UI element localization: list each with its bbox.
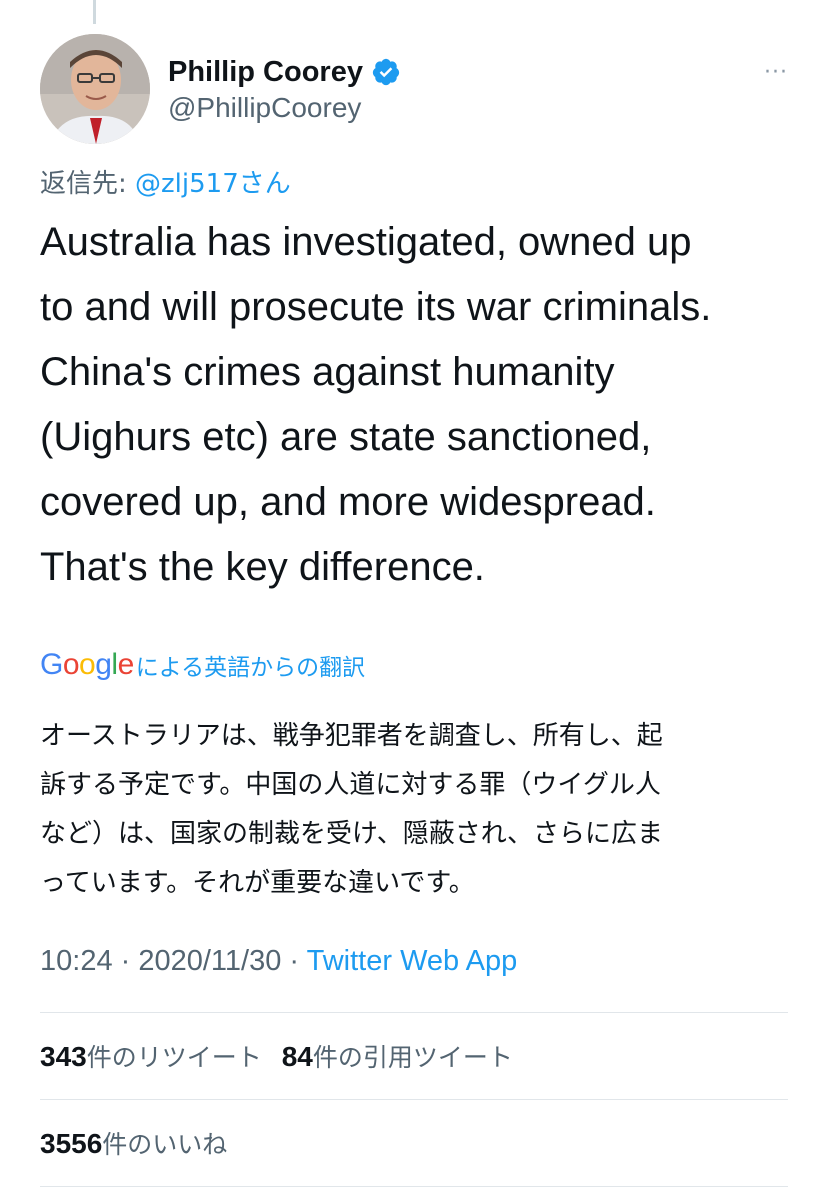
google-logo-letter: g bbox=[95, 648, 112, 681]
avatar-photo bbox=[40, 34, 150, 144]
meta-separator-2: · bbox=[281, 945, 307, 977]
user-handle[interactable]: @PhillipCoorey bbox=[168, 92, 361, 124]
divider bbox=[40, 1186, 788, 1187]
likes-label: 件のいいね bbox=[102, 1130, 228, 1159]
tweet-text: Australia has investigated, owned up to … bbox=[40, 220, 712, 589]
divider bbox=[40, 1012, 788, 1013]
translated-text: オーストラリアは、戦争犯罪者を調査し、所有し、起 訴する予定です。中国の人道に対… bbox=[40, 721, 663, 898]
divider bbox=[40, 1099, 788, 1100]
translation-attribution[interactable]: Google による英語からの翻訳 bbox=[40, 645, 365, 685]
more-options-icon[interactable]: ··· bbox=[764, 60, 788, 85]
meta-separator: · bbox=[112, 945, 139, 977]
google-logo: Google bbox=[40, 648, 134, 682]
likes-stats: 3556 件のいいね bbox=[40, 1123, 247, 1163]
google-logo-letter: G bbox=[40, 648, 63, 681]
tweet-metadata: 10:24 · 2020/11/30 · Twitter Web App bbox=[40, 945, 517, 978]
name-row: Phillip Coorey bbox=[168, 52, 401, 92]
avatar[interactable] bbox=[40, 34, 150, 144]
google-logo-letter: o bbox=[62, 648, 80, 681]
quotes-label: 件の引用ツイート bbox=[312, 1043, 513, 1072]
reply-to-line: 返信先: @zlj517さん bbox=[40, 163, 291, 200]
retweets-label: 件のリツイート bbox=[86, 1043, 262, 1072]
retweets-stat[interactable]: 343 件のリツイート bbox=[40, 1038, 262, 1074]
google-logo-letter: e bbox=[117, 648, 135, 681]
likes-stat[interactable]: 3556 件のいいね bbox=[40, 1125, 227, 1161]
translation-label[interactable]: による英語からの翻訳 bbox=[136, 648, 365, 682]
source-app-link[interactable]: Twitter Web App bbox=[307, 945, 518, 977]
quotes-count: 84 bbox=[281, 1041, 313, 1072]
verified-badge-icon bbox=[371, 57, 401, 87]
likes-count: 3556 bbox=[40, 1128, 103, 1159]
retweets-count: 343 bbox=[40, 1041, 87, 1072]
tweet-time[interactable]: 10:24 bbox=[40, 945, 113, 977]
display-name[interactable]: Phillip Coorey bbox=[168, 56, 363, 89]
tweet-date[interactable]: 2020/11/30 bbox=[138, 945, 281, 977]
google-logo-letter: o bbox=[79, 648, 96, 681]
reply-mention-link[interactable]: @zlj517さん bbox=[135, 169, 291, 199]
engagement-stats: 343 件のリツイート 84 件の引用ツイート bbox=[40, 1036, 533, 1076]
quotes-stat[interactable]: 84 件の引用ツイート bbox=[282, 1038, 513, 1074]
thread-line bbox=[93, 0, 96, 24]
reply-prefix: 返信先: bbox=[40, 169, 136, 199]
tweet-header: Phillip Coorey @PhillipCoorey ··· bbox=[40, 34, 790, 146]
